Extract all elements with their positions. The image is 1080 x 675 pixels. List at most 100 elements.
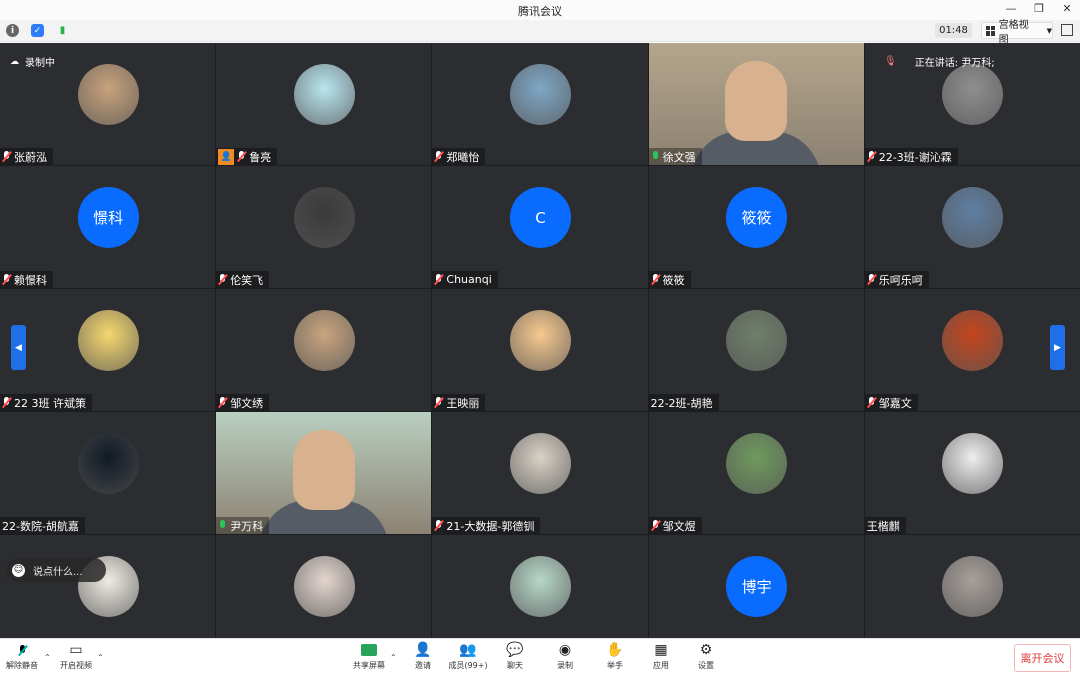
participant-tile[interactable]: 郑曦怡: [432, 43, 648, 165]
participant-tile[interactable]: 筱筱 筱筱: [648, 166, 864, 288]
participant-name: 王映丽: [446, 396, 480, 410]
participant-tile[interactable]: 徐文强: [648, 43, 864, 165]
mic-muted-icon: [2, 397, 11, 408]
participant-avatar: [293, 310, 355, 371]
view-mode-select[interactable]: 宫格视图 ▼: [981, 20, 1053, 46]
participant-avatar: [942, 310, 1004, 371]
participant-tile[interactable]: 22-数院-胡航嘉: [0, 412, 216, 534]
participant-name: 邹文煜: [662, 519, 696, 533]
hand-icon: ✋: [606, 642, 624, 658]
participant-tile[interactable]: 22 3班 许斌策: [0, 289, 216, 411]
mic-muted-icon: [434, 397, 443, 408]
participant-tile[interactable]: 尹万科: [216, 412, 432, 534]
minimize-button[interactable]: —: [1004, 2, 1018, 16]
start-video-button[interactable]: ▭ 开启视频: [49, 641, 103, 671]
mic-muted-icon: [867, 397, 876, 408]
unmute-button[interactable]: 解除静音: [0, 641, 49, 671]
speaking-indicator: 🎙 正在讲话: 尹万科;: [884, 54, 995, 69]
members-icon: 👥: [459, 642, 477, 658]
participant-avatar: 憬科: [77, 187, 139, 248]
participant-avatar: [509, 433, 571, 494]
mic-muted-icon: [237, 151, 246, 162]
settings-button[interactable]: ⚙ 设置: [679, 641, 733, 671]
invite-label: 邀请: [415, 661, 431, 670]
participant-tile[interactable]: 伦笑飞: [216, 166, 432, 288]
participant-name: 邹嘉文: [878, 396, 912, 410]
participant-tile[interactable]: [864, 535, 1080, 642]
share-screen-icon: [360, 641, 378, 659]
bottom-toolbar: 解除静音 ⌃ ▭ 开启视频 ⌃ 共享屏幕 ⌃ 👤 邀请 👥 成员(99+) 💬 …: [0, 638, 1080, 675]
window-title: 腾讯会议: [518, 5, 562, 18]
speaking-label: 正在讲话: 尹万科;: [914, 58, 995, 69]
close-button[interactable]: ✕: [1060, 2, 1074, 16]
participant-nameplate: 赖憬科: [0, 271, 53, 288]
signal-icon[interactable]: ▮: [56, 24, 69, 37]
participant-tile[interactable]: 22-2班-胡艳: [648, 289, 864, 411]
participant-nameplate: 21-大数据-郭德钏: [432, 517, 541, 534]
mic-muted-icon: [2, 274, 11, 285]
share-screen-button[interactable]: 共享屏幕: [342, 641, 396, 671]
maximize-button[interactable]: ❐: [1032, 2, 1046, 16]
chat-button[interactable]: 💬 聊天: [488, 641, 542, 671]
video-person-shape: [292, 430, 355, 510]
mic-on-icon: [218, 520, 227, 531]
members-label: 成员(99+): [448, 661, 488, 670]
participant-avatar: 博宇: [726, 556, 788, 617]
apps-icon: ▦: [654, 642, 668, 658]
participant-name: Chuanqi: [446, 273, 492, 286]
participant-nameplate: 乐呵乐呵: [864, 271, 929, 288]
members-button[interactable]: 👥 成员(99+): [441, 641, 495, 671]
participant-tile[interactable]: 博宇: [648, 535, 864, 642]
info-icon[interactable]: i: [6, 24, 19, 37]
mic-muted-icon: [651, 274, 660, 285]
chat-label: 聊天: [507, 661, 523, 670]
participant-name: 张蔚泓: [14, 150, 47, 164]
leave-meeting-button[interactable]: 离开会议: [1014, 644, 1071, 672]
participant-tile[interactable]: 王楷麒: [864, 412, 1080, 534]
participant-avatar: C: [509, 187, 571, 248]
participant-nameplate: 22 3班 许斌策: [0, 394, 92, 411]
fullscreen-icon[interactable]: [1061, 24, 1073, 36]
participant-tile[interactable]: 邹文绣: [216, 289, 432, 411]
raise-hand-label: 举手: [607, 661, 623, 670]
participant-name: 22-2班-胡艳: [650, 396, 713, 410]
participant-tile[interactable]: [432, 535, 648, 642]
invite-icon: 👤: [414, 642, 432, 658]
participant-name: 鲁亮: [249, 150, 272, 164]
mic-muted-icon: [218, 397, 227, 408]
participant-name: 赖憬科: [14, 273, 47, 287]
video-options-caret[interactable]: ⌃: [97, 653, 104, 662]
participant-tile[interactable]: [216, 535, 432, 642]
participant-tile[interactable]: [0, 535, 216, 642]
mic-muted-icon: [434, 520, 443, 531]
participant-tile[interactable]: C Chuanqi: [432, 166, 648, 288]
participant-name: 22-3班-谢沁霖: [878, 150, 952, 164]
shield-icon[interactable]: ✓: [31, 24, 44, 37]
participant-avatar: [726, 310, 788, 371]
emoji-icon[interactable]: ☺: [12, 563, 25, 577]
mic-muted-icon: [2, 151, 11, 162]
participant-tile[interactable]: 憬科赖憬科: [0, 166, 216, 288]
gear-icon: ⚙: [699, 642, 713, 658]
participant-tile[interactable]: 邹文煜: [648, 412, 864, 534]
chat-hint: 说点什么...: [33, 566, 83, 578]
next-page-button[interactable]: ▶: [1050, 325, 1065, 370]
participant-name: 伦笑飞: [230, 273, 264, 287]
participant-tile[interactable]: 乐呵乐呵: [864, 166, 1080, 288]
prev-page-button[interactable]: ◀: [11, 325, 26, 370]
cloud-record-icon: ☁: [10, 56, 19, 67]
record-button[interactable]: ◉ 录制: [538, 641, 592, 671]
window-titlebar: 腾讯会议 — ❐ ✕: [0, 0, 1080, 20]
chevron-down-icon: ▼: [1046, 26, 1052, 35]
participant-name: 尹万科: [230, 519, 264, 533]
participant-name: 王楷麒: [866, 519, 900, 533]
record-icon: ◉: [558, 642, 572, 658]
participant-grid: 张蔚泓 👤 鲁亮 郑曦怡 徐文强 22-3班-谢沁霖 憬科 赖憬科 伦笑飞 C Chuanqi 筱筱筱…: [0, 43, 1080, 642]
camera-off-icon: ▭: [69, 642, 83, 658]
participant-tile[interactable]: 21-大数据-郭德钏: [432, 412, 648, 534]
speaker-mic-icon: 🎙: [884, 56, 897, 67]
participant-tile[interactable]: 王映丽: [432, 289, 648, 411]
chat-quick-input[interactable]: ☺ 说点什么...: [6, 558, 106, 582]
participant-tile[interactable]: 邹嘉文: [864, 289, 1080, 411]
participant-tile[interactable]: 👤 鲁亮: [216, 43, 432, 165]
